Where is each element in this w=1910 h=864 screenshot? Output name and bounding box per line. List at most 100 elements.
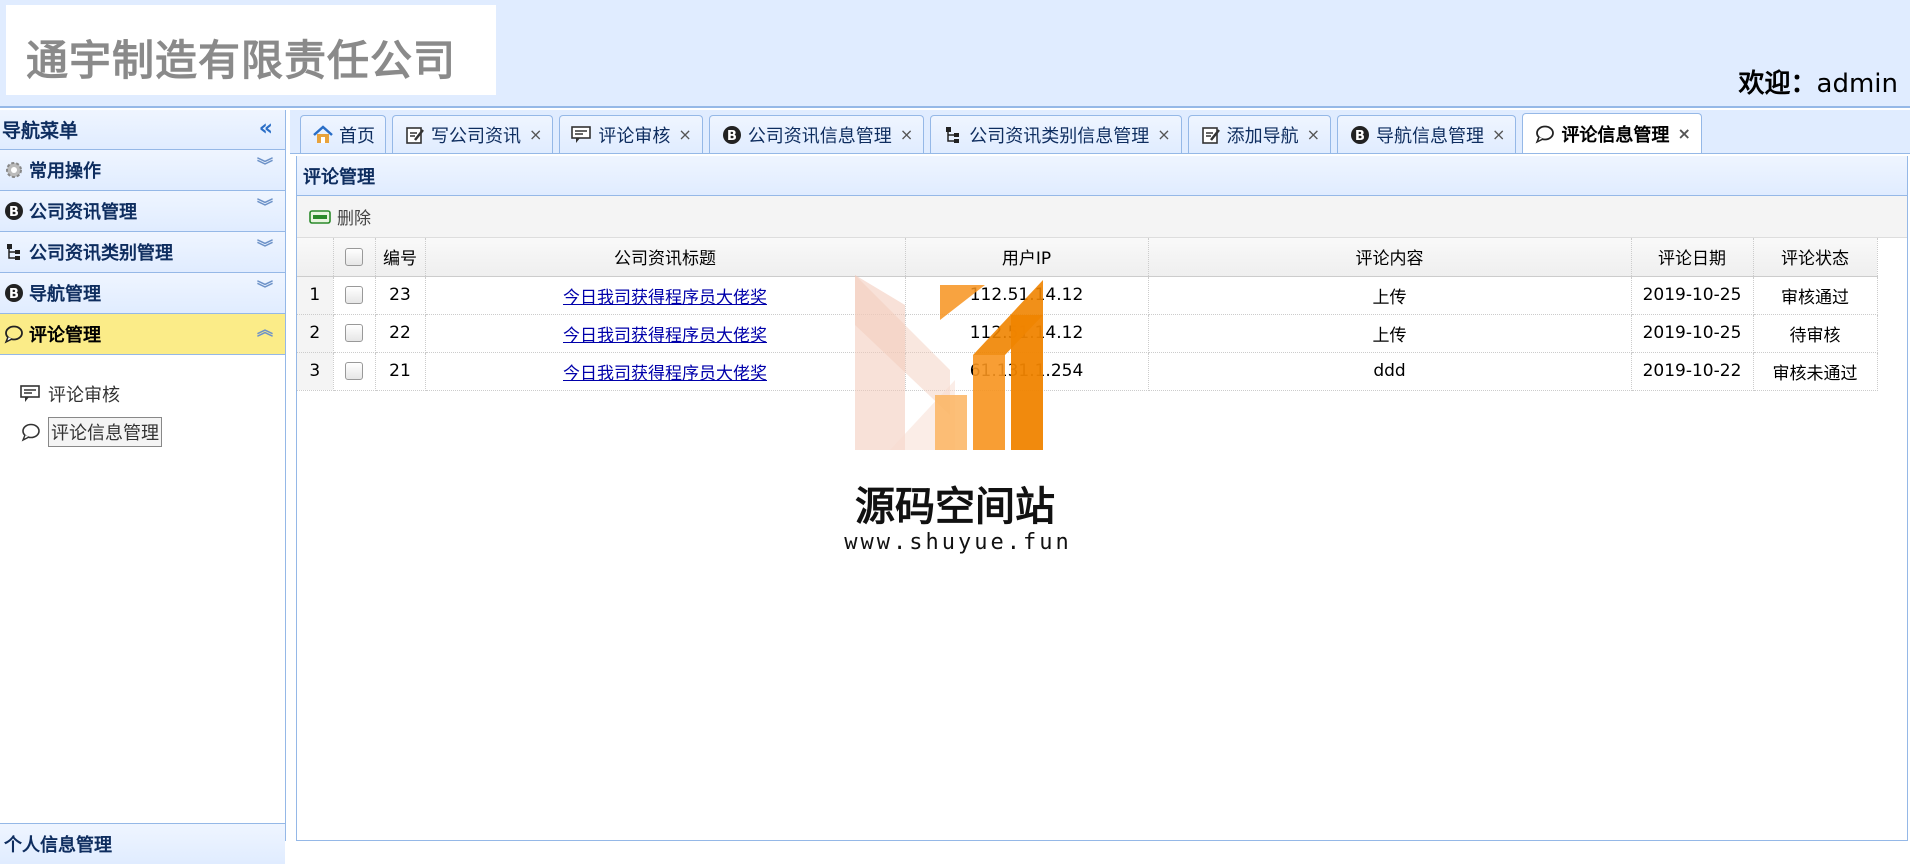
sidebar-title: 导航菜单 xyxy=(2,120,79,142)
cell-title: 今日我司获得程序员大佬奖 xyxy=(425,352,906,391)
cell-id: 22 xyxy=(375,314,426,353)
company-logo: 通宇制造有限责任公司 xyxy=(26,36,457,85)
column-header[interactable]: 公司资讯标题 xyxy=(425,238,906,277)
sidebar-panel-nav[interactable]: B 导航管理 ︾ xyxy=(0,273,285,314)
sidebar-panel-category[interactable]: 公司资讯类别管理 ︾ xyxy=(0,232,285,273)
toolbar: 删除 xyxy=(297,196,1907,238)
review-icon xyxy=(570,123,594,147)
tree-icon xyxy=(941,123,965,147)
tab-comment-review[interactable]: 评论审核 × xyxy=(559,115,703,153)
table-row[interactable]: 2 22 今日我司获得程序员大佬奖 112.51.14.12 上传 2019-1… xyxy=(297,314,1878,353)
sidebar-panel-comment[interactable]: 评论管理 ︽ xyxy=(0,314,285,355)
svg-text:B: B xyxy=(9,205,19,220)
username: admin xyxy=(1816,69,1898,99)
cell-ip: 112.51.14.12 xyxy=(905,276,1149,315)
tab-nav-manage[interactable]: B 导航信息管理 × xyxy=(1337,115,1517,153)
cell-ip: 61.131.1.254 xyxy=(905,352,1149,391)
news-title-link[interactable]: 今日我司获得程序员大佬奖 xyxy=(563,326,767,346)
expand-down-icon[interactable]: ︾ xyxy=(257,199,273,215)
close-icon[interactable]: × xyxy=(900,125,913,144)
edit-icon xyxy=(403,123,427,147)
sidebar-panel-profile[interactable]: 个人信息管理 xyxy=(0,823,285,864)
close-icon[interactable]: × xyxy=(678,125,691,144)
sidebar-panel-label: 公司资讯类别管理 xyxy=(29,243,173,264)
blogger-icon: B xyxy=(1348,123,1372,147)
cell-status: 审核通过 xyxy=(1753,276,1878,315)
collapse-left-icon[interactable]: « xyxy=(259,116,273,141)
tab-add-nav[interactable]: 添加导航 × xyxy=(1187,115,1332,153)
svg-text:B: B xyxy=(9,287,19,302)
column-header[interactable]: 评论日期 xyxy=(1631,238,1754,277)
row-select-cell xyxy=(333,352,376,391)
close-icon[interactable]: × xyxy=(1492,125,1505,144)
sidebar-panel-label: 个人信息管理 xyxy=(4,835,112,856)
sidebar-panel-label: 导航管理 xyxy=(29,284,101,305)
row-number: 3 xyxy=(297,352,334,391)
row-checkbox[interactable] xyxy=(345,286,363,304)
cell-id: 21 xyxy=(375,352,426,391)
comment-icon xyxy=(2,322,26,346)
expand-down-icon[interactable]: ︾ xyxy=(257,240,273,256)
sidebar-header: 导航菜单 « xyxy=(0,110,285,150)
collapse-up-icon[interactable]: ︽ xyxy=(257,322,273,338)
cell-content: ddd xyxy=(1148,352,1632,391)
column-header[interactable]: 评论状态 xyxy=(1753,238,1878,277)
tab-write-news[interactable]: 写公司资讯 × xyxy=(392,115,554,153)
logo-box: 通宇制造有限责任公司 xyxy=(6,5,496,95)
sidebar-panel-common[interactable]: 常用操作 ︾ xyxy=(0,150,285,191)
cell-title: 今日我司获得程序员大佬奖 xyxy=(425,276,906,315)
close-icon[interactable]: × xyxy=(1307,125,1320,144)
delete-label: 删除 xyxy=(337,209,371,229)
expand-down-icon[interactable]: ︾ xyxy=(257,158,273,174)
tab-category-manage[interactable]: 公司资讯类别信息管理 × xyxy=(930,115,1182,153)
home-icon xyxy=(311,123,335,147)
sidebar-panel-news[interactable]: B 公司资讯管理 ︾ xyxy=(0,191,285,232)
sidebar-panel-label: 评论管理 xyxy=(29,325,101,346)
row-select-cell xyxy=(333,314,376,353)
sidebar-panel-label: 公司资讯管理 xyxy=(29,202,137,223)
tab-news-manage[interactable]: B 公司资讯信息管理 × xyxy=(708,115,925,153)
svg-text:B: B xyxy=(1355,129,1365,144)
comment-grid: 编号 公司资讯标题 用户IP 评论内容 评论日期 评论状态 1 23 今日我司获… xyxy=(297,238,1878,391)
table-row[interactable]: 3 21 今日我司获得程序员大佬奖 61.131.1.254 ddd 2019-… xyxy=(297,352,1878,391)
column-header[interactable]: 评论内容 xyxy=(1148,238,1632,277)
delete-button[interactable]: 删除 xyxy=(309,204,371,229)
news-title-link[interactable]: 今日我司获得程序员大佬奖 xyxy=(563,364,767,384)
watermark-title: 源码空间站 xyxy=(855,484,1055,530)
row-checkbox[interactable] xyxy=(345,324,363,342)
news-title-link[interactable]: 今日我司获得程序员大佬奖 xyxy=(563,288,767,308)
cell-content: 上传 xyxy=(1148,276,1632,315)
close-icon[interactable]: × xyxy=(1677,124,1690,143)
tab-home[interactable]: 首页 xyxy=(300,115,386,153)
close-icon[interactable]: × xyxy=(529,125,542,144)
row-number: 1 xyxy=(297,276,334,315)
gear-icon xyxy=(2,158,26,182)
main-area: 首页 写公司资讯 × 评论审核 × B 公司资讯信息管理 × 公司资讯类别信息管… xyxy=(290,110,1910,841)
close-icon[interactable]: × xyxy=(1157,125,1170,144)
grid-header-row: 编号 公司资讯标题 用户IP 评论内容 评论日期 评论状态 xyxy=(297,238,1878,277)
select-all-checkbox[interactable] xyxy=(345,247,363,266)
blogger-icon: B xyxy=(720,123,744,147)
column-header[interactable]: 编号 xyxy=(375,238,426,277)
sidebar-item-label: 评论审核 xyxy=(48,385,120,406)
svg-text:B: B xyxy=(727,129,737,144)
tab-label: 评论信息管理 xyxy=(1561,124,1670,146)
tree-icon xyxy=(2,240,26,264)
row-checkbox[interactable] xyxy=(345,362,363,380)
table-row[interactable]: 1 23 今日我司获得程序员大佬奖 112.51.14.12 上传 2019-1… xyxy=(297,276,1878,315)
welcome-text: 欢迎：admin xyxy=(1739,63,1898,100)
welcome-label: 欢迎： xyxy=(1738,69,1817,99)
header: 通宇制造有限责任公司 欢迎：admin xyxy=(0,0,1910,108)
tab-label: 公司资讯类别信息管理 xyxy=(969,125,1150,147)
review-icon xyxy=(18,382,44,406)
sidebar-item-comment-manage[interactable]: 评论信息管理 xyxy=(18,415,285,449)
select-all-header xyxy=(333,238,376,277)
expand-down-icon[interactable]: ︾ xyxy=(257,281,273,297)
column-header[interactable]: 用户IP xyxy=(905,238,1149,277)
sidebar-item-comment-review[interactable]: 评论审核 xyxy=(18,377,285,411)
cell-date: 2019-10-25 xyxy=(1631,314,1754,353)
edit-icon xyxy=(1199,123,1223,147)
tab-comment-manage[interactable]: 评论信息管理 × xyxy=(1522,113,1702,153)
cell-status: 审核未通过 xyxy=(1753,352,1878,391)
panel-title: 评论管理 xyxy=(297,156,1907,196)
